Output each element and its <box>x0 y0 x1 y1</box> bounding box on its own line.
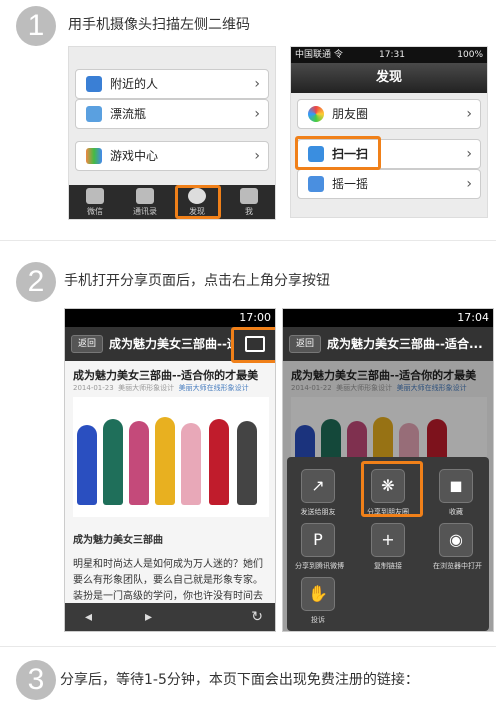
chevron-right-icon: › <box>254 106 260 122</box>
article-title: 成为魅力美女三部曲--适合你的才最美 <box>73 369 259 382</box>
back-button: 返回 <box>289 335 321 353</box>
weibo-icon: P <box>301 523 335 557</box>
status-bar: 17:04 <box>283 309 493 327</box>
shake-icon <box>308 176 324 192</box>
share-page-screenshot: 17:00 返回 成为魅力美女三部曲--适... 成为魅力美女三部曲--适合你的… <box>64 308 276 632</box>
send-icon: ↗ <box>301 469 335 503</box>
share-favorite: ◼ 收藏 <box>433 469 479 517</box>
nav-forward-icon: ▸ <box>145 609 153 625</box>
cube-icon: ◼ <box>439 469 473 503</box>
chevron-right-icon: › <box>254 76 260 92</box>
nav-title: 发现 <box>291 63 487 93</box>
article-meta: 2014-01-23 美丽大师形象设计 美丽大师在线形象设计 <box>73 384 249 392</box>
tab-contacts: 通讯录 <box>125 187 165 217</box>
chevron-right-icon: › <box>466 176 472 192</box>
row-label: 附近的人 <box>110 77 159 91</box>
divider <box>0 646 496 647</box>
row-games: 游戏中心 › <box>75 141 269 171</box>
divider <box>0 240 496 241</box>
nav-back-icon: ◂ <box>85 609 93 625</box>
share-tencent-weibo: P 分享到腾讯微博 <box>295 523 344 571</box>
chevron-right-icon: › <box>254 148 260 164</box>
bottle-icon <box>86 106 102 122</box>
hand-icon: ✋ <box>301 577 335 611</box>
article-image <box>73 397 269 517</box>
share-report: ✋ 投诉 <box>295 577 341 625</box>
share-copy-link: + 复制链接 <box>365 523 411 571</box>
step-2-text: 手机打开分享页面后，点击右上角分享按钮 <box>64 273 330 289</box>
highlight-share-moments <box>361 461 423 517</box>
share-sheet: ↗ 发送给朋友 ❋ 分享到朋友圈 ◼ 收藏 P 分享到腾讯微博 + 复制链接 ◉ 在浏览器中… <box>287 457 489 631</box>
people-icon <box>86 76 102 92</box>
row-label: 漂流瓶 <box>110 107 147 121</box>
highlight-scan-row <box>295 136 381 170</box>
row-bottle: 漂流瓶 › <box>75 99 269 129</box>
row-label: 游戏中心 <box>110 149 159 163</box>
contacts-icon <box>136 188 154 204</box>
share-open-browser: ◉ 在浏览器中打开 <box>433 523 482 571</box>
wechat-discover-screenshot-2: 中国联通 令 17:31 100% 发现 朋友圈 › 扫一扫 › 摇一摇 › <box>290 46 488 218</box>
share-icon <box>245 336 265 352</box>
person-icon <box>240 188 258 204</box>
step-3-number: 3 <box>16 660 56 700</box>
page-header: 返回 成为魅力美女三部曲--适合... <box>283 327 493 361</box>
bottom-toolbar: ◂ ▸ ↻ <box>65 603 275 631</box>
tab-wechat: 微信 <box>75 187 115 217</box>
row-nearby: 附近的人 › <box>75 69 269 99</box>
share-menu-screenshot: 17:04 返回 成为魅力美女三部曲--适合... 成为魅力美女三部曲--适合你… <box>282 308 494 632</box>
step-1-number: 1 <box>16 6 56 46</box>
game-icon <box>86 148 102 164</box>
refresh-icon: ↻ <box>251 609 263 625</box>
wechat-discover-screenshot: 附近的人 › 漂流瓶 › 游戏中心 › 微信 通讯录 发现 我 <box>68 46 276 220</box>
moments-icon <box>308 106 324 122</box>
back-button: 返回 <box>71 335 103 353</box>
step-2-number: 2 <box>16 262 56 302</box>
article-subhead: 成为魅力美女三部曲 <box>73 535 163 546</box>
share-send-friend: ↗ 发送给朋友 <box>295 469 341 517</box>
chevron-right-icon: › <box>466 106 472 122</box>
tab-me: 我 <box>229 187 269 217</box>
status-bar: 中国联通 令 17:31 100% <box>291 47 487 63</box>
chevron-right-icon: › <box>466 146 472 162</box>
tab-bar: 微信 通讯录 发现 我 <box>69 185 275 219</box>
row-shake: 摇一摇 › <box>297 169 481 199</box>
globe-icon: ◉ <box>439 523 473 557</box>
highlight-discover-tab <box>175 185 221 219</box>
status-bar: 17:00 <box>65 309 275 327</box>
step-3-text: 分享后，等待1-5分钟，本页下面会出现免费注册的链接： <box>60 672 419 688</box>
copy-icon: + <box>371 523 405 557</box>
chat-icon <box>86 188 104 204</box>
highlight-share-button <box>231 327 275 363</box>
step-1-text: 用手机摄像头扫描左侧二维码 <box>68 17 250 33</box>
row-moments: 朋友圈 › <box>297 99 481 129</box>
